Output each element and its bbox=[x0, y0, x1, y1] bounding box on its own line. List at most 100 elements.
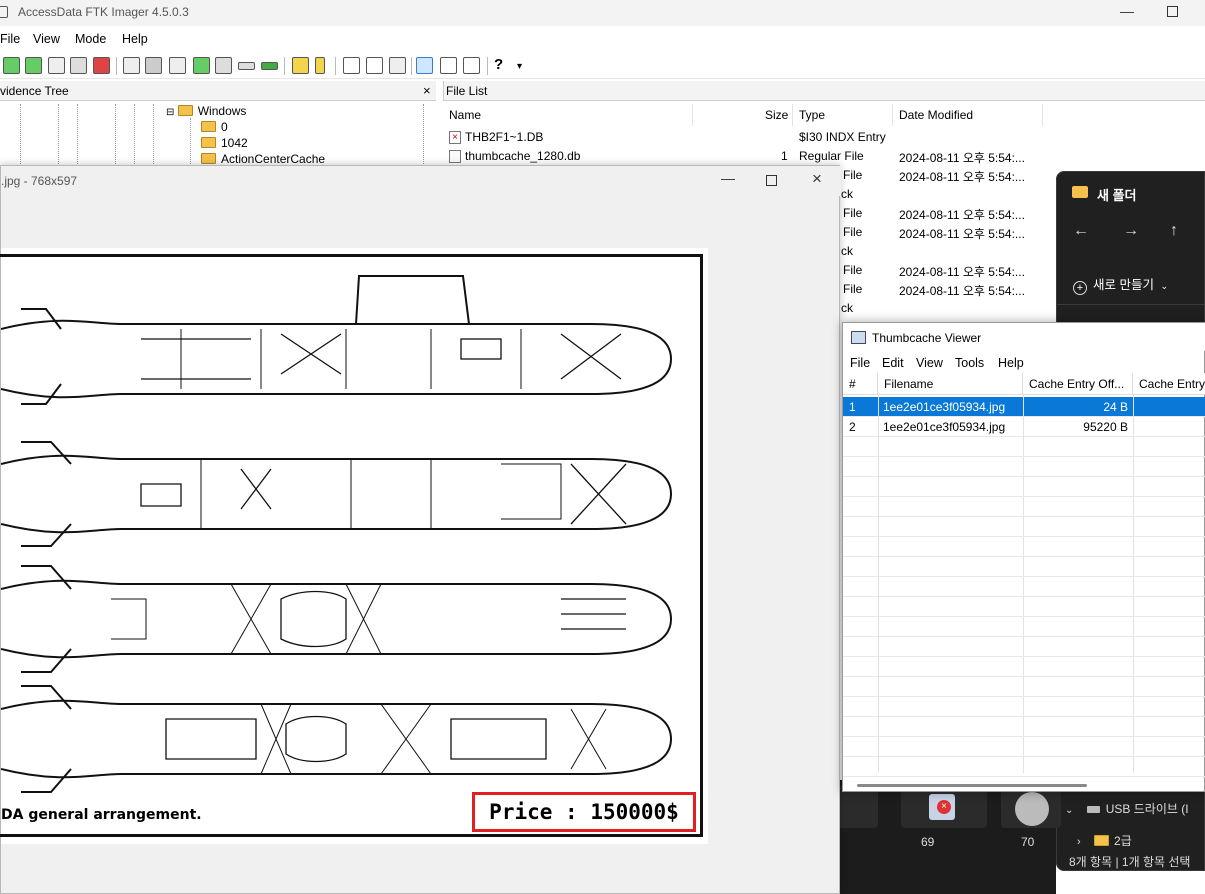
empty-row bbox=[843, 457, 1205, 477]
usb-drive-item[interactable]: ⌄ USB 드라이브 (I bbox=[1065, 800, 1189, 817]
empty-row bbox=[843, 597, 1205, 617]
up-icon[interactable]: ↑ bbox=[1170, 222, 1178, 240]
thumbnail[interactable]: × bbox=[901, 786, 987, 828]
empty-row bbox=[843, 677, 1205, 697]
empty-row bbox=[843, 437, 1205, 457]
tcv-menu-edit[interactable]: Edit bbox=[882, 356, 904, 370]
image-mounting-icon[interactable] bbox=[48, 57, 65, 74]
dropdown-icon[interactable]: ▾ bbox=[517, 61, 522, 72]
column-size[interactable]: Size bbox=[765, 108, 788, 122]
ftk-app-icon bbox=[0, 6, 8, 18]
remove-evidence-icon[interactable] bbox=[70, 57, 87, 74]
export-disk-image-icon[interactable] bbox=[145, 57, 162, 74]
tree-node-windows[interactable]: ⊟ Windows bbox=[166, 104, 246, 118]
file-type: $I30 INDX Entry bbox=[799, 130, 886, 144]
thumbcache-app-icon bbox=[851, 331, 866, 344]
add-evidence-icon[interactable] bbox=[3, 57, 20, 74]
image-canvas: DA general arrangement. Price : 150000$ bbox=[0, 248, 708, 844]
properties-icon[interactable] bbox=[366, 57, 383, 74]
close-icon[interactable]: × bbox=[423, 83, 431, 98]
empty-row bbox=[843, 477, 1205, 497]
capture-memory-icon[interactable] bbox=[193, 57, 210, 74]
price-label: Price : 150000$ bbox=[472, 792, 696, 832]
obtain-protected-files-icon[interactable] bbox=[215, 57, 232, 74]
memory-chip-icon[interactable] bbox=[261, 62, 278, 70]
thumbnail[interactable] bbox=[1001, 786, 1061, 828]
ftk-menu-bar: File View Mode Help bbox=[0, 28, 1205, 50]
empty-row bbox=[843, 637, 1205, 657]
back-icon[interactable]: ← bbox=[1073, 222, 1089, 240]
row-filename: 1ee2e01ce3f05934.jpg bbox=[883, 420, 1006, 434]
hex-view-icon[interactable] bbox=[463, 57, 480, 74]
auto-view-icon[interactable] bbox=[416, 57, 433, 74]
file-list-title: File List bbox=[446, 84, 488, 98]
key-icon[interactable] bbox=[315, 57, 325, 74]
help-icon[interactable]: ? bbox=[494, 56, 503, 73]
column-date-modified[interactable]: Date Modified bbox=[899, 108, 973, 122]
create-disk-image-icon[interactable] bbox=[123, 57, 140, 74]
empty-row bbox=[843, 697, 1205, 717]
file-row[interactable]: thumbcache_1280.db bbox=[449, 149, 580, 163]
empty-row bbox=[843, 497, 1205, 517]
column-filename[interactable]: Filename bbox=[878, 373, 1023, 395]
chevron-down-icon: ⌄ bbox=[1160, 281, 1169, 291]
tcv-menu-view[interactable]: View bbox=[916, 356, 943, 370]
image-caption: DA general arrangement. bbox=[1, 807, 202, 823]
horizontal-scrollbar[interactable] bbox=[857, 784, 1087, 787]
thumbcache-viewer-window: Thumbcache Viewer File Edit View Tools H… bbox=[842, 322, 1205, 792]
detect-efs-icon[interactable] bbox=[238, 62, 255, 70]
table-row[interactable]: 2 1ee2e01ce3f05934.jpg 95220 B bbox=[843, 417, 1205, 437]
file-date: 2024-08-11 오후 5:54:... bbox=[899, 170, 1025, 184]
text-view-icon[interactable] bbox=[440, 57, 457, 74]
collapse-icon[interactable]: ⊟ bbox=[166, 107, 174, 118]
remove-all-evidence-icon[interactable] bbox=[93, 57, 110, 74]
minimize-icon[interactable]: — bbox=[721, 170, 735, 186]
file-list-header: File List bbox=[443, 81, 1205, 101]
plus-icon: + bbox=[1073, 281, 1087, 295]
column-number[interactable]: # bbox=[843, 373, 878, 395]
menu-help[interactable]: Help bbox=[122, 32, 148, 46]
minimize-icon[interactable]: — bbox=[1120, 3, 1134, 19]
tree-node-0[interactable]: 0 bbox=[201, 120, 228, 134]
tree-node-1042[interactable]: 1042 bbox=[201, 136, 248, 150]
menu-mode[interactable]: Mode bbox=[75, 32, 106, 46]
hex-value-interpreter-icon[interactable] bbox=[389, 57, 406, 74]
tcv-menu-help[interactable]: Help bbox=[998, 356, 1024, 370]
folder-icon bbox=[201, 137, 216, 148]
column-cache-entry[interactable]: Cache Entry bbox=[1133, 373, 1205, 395]
tcv-menu-tools[interactable]: Tools bbox=[955, 356, 984, 370]
add-all-evidence-icon[interactable] bbox=[25, 57, 42, 74]
file-row[interactable]: × THB2F1~1.DB bbox=[449, 130, 543, 144]
column-name[interactable]: Name bbox=[449, 108, 481, 122]
empty-row bbox=[843, 617, 1205, 637]
file-type: File bbox=[843, 282, 863, 296]
tree-node-actioncentercache[interactable]: ActionCenterCache bbox=[201, 152, 325, 166]
deleted-file-icon: × bbox=[449, 131, 461, 144]
folder-icon bbox=[1072, 186, 1088, 198]
empty-row bbox=[843, 757, 1205, 777]
folder-icon bbox=[177, 105, 193, 116]
close-icon[interactable]: × bbox=[812, 169, 822, 189]
table-row[interactable]: 1 1ee2e01ce3f05934.jpg 24 B bbox=[843, 397, 1205, 417]
forward-icon[interactable]: → bbox=[1123, 222, 1139, 240]
file-type: ck bbox=[841, 244, 853, 258]
menu-view[interactable]: View bbox=[33, 32, 60, 46]
gauge-icon bbox=[1015, 792, 1049, 826]
folder-item-2[interactable]: › 2급 bbox=[1077, 832, 1132, 849]
new-page-icon[interactable] bbox=[343, 57, 360, 74]
new-button[interactable]: + 새로 만들기 ⌄ bbox=[1073, 274, 1168, 295]
export-logical-image-icon[interactable] bbox=[169, 57, 186, 74]
column-cache-entry-offset[interactable]: Cache Entry Off... bbox=[1023, 373, 1133, 395]
menu-file[interactable]: File bbox=[0, 32, 20, 46]
export-files-icon[interactable] bbox=[292, 57, 309, 74]
column-type[interactable]: Type bbox=[799, 108, 825, 122]
explorer-status: 8개 항목 | 1개 항목 선택 bbox=[1069, 855, 1191, 869]
file-icon bbox=[449, 150, 461, 163]
maximize-icon[interactable] bbox=[1167, 6, 1178, 17]
file-type: File bbox=[843, 225, 863, 239]
evidence-tree-header: vidence Tree × bbox=[0, 81, 436, 101]
file-date: 2024-08-11 오후 5:54:... bbox=[899, 151, 1025, 165]
tcv-menu-file[interactable]: File bbox=[850, 356, 870, 370]
maximize-icon[interactable] bbox=[766, 175, 777, 186]
folder-icon bbox=[201, 121, 216, 132]
